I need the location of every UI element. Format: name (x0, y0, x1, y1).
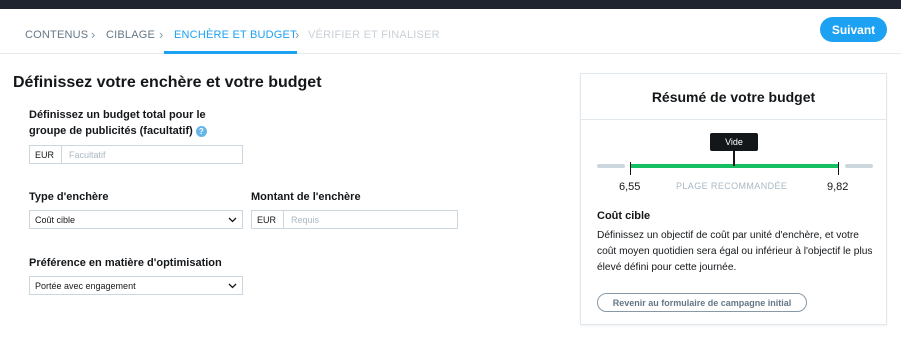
optimization-select[interactable]: Portée avec engagement (29, 276, 243, 295)
bid-amount-input[interactable] (284, 211, 457, 228)
bid-amount-input-group: EUR (251, 210, 458, 229)
summary-title: Résumé de votre budget (581, 74, 886, 120)
bid-marker (733, 150, 735, 166)
back-to-campaign-button[interactable]: Revenir au formulaire de campagne initia… (597, 293, 807, 312)
recommended-range: Vide 6,55 PLAGE RECOMMANDÉE 9,82 (581, 120, 886, 200)
step-ciblage[interactable]: CIBLAGE (106, 29, 155, 41)
bid-type-label: Type d'enchère (29, 191, 109, 203)
range-max-value: 9,82 (827, 181, 849, 193)
step-contenus[interactable]: CONTENUS (25, 29, 88, 41)
next-button[interactable]: Suivant (820, 17, 887, 42)
page-title: Définissez votre enchère et votre budget (13, 74, 322, 91)
bid-type-select[interactable]: Coût cible (29, 210, 243, 229)
step-navigation: CONTENUS › CIBLAGE › ENCHÈRE ET BUDGET ›… (0, 9, 901, 54)
range-min-value: 6,55 (619, 181, 641, 193)
budget-summary-panel: Résumé de votre budget Vide 6,55 PLAGE R… (580, 73, 887, 325)
currency-prefix: EUR (252, 211, 284, 228)
range-track-right (845, 164, 873, 168)
active-step-underline (164, 51, 297, 54)
total-budget-input[interactable] (62, 146, 242, 163)
range-track-recommended (631, 164, 839, 168)
budget-input-group: EUR (29, 145, 243, 164)
chevron-down-icon (222, 283, 242, 289)
bid-type-description: Définissez un objectif de coût par unité… (597, 230, 873, 273)
range-min-tick (630, 162, 631, 175)
step-enchere-et-budget[interactable]: ENCHÈRE ET BUDGET (174, 29, 297, 41)
top-bar (0, 0, 901, 9)
chevron-right-icon: › (295, 27, 300, 42)
range-max-tick (838, 162, 839, 175)
budget-label: Définissez un budget total pour le group… (29, 109, 207, 137)
range-track-left (597, 164, 625, 168)
help-icon[interactable]: ? (195, 125, 207, 137)
optimization-label: Préférence en matière d'optimisation (29, 257, 222, 269)
chevron-right-icon: › (159, 27, 164, 42)
currency-prefix: EUR (30, 146, 62, 163)
step-verifier-et-finaliser: VÉRIFIER ET FINALISER (308, 29, 440, 41)
bid-tooltip: Vide (710, 133, 758, 151)
chevron-down-icon (222, 217, 242, 223)
bid-amount-label: Montant de l'enchère (251, 191, 361, 203)
bid-type-description-title: Coût cible (597, 210, 651, 222)
chevron-right-icon: › (91, 27, 96, 42)
range-label: PLAGE RECOMMANDÉE (676, 181, 788, 191)
